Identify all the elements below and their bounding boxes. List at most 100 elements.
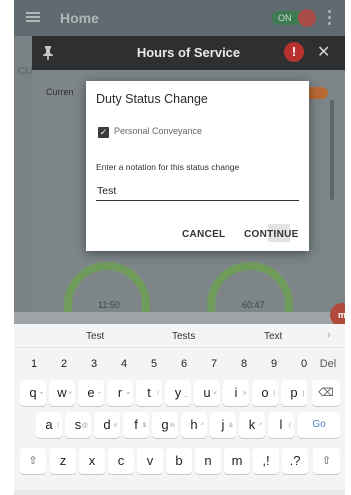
key-hint: + bbox=[39, 391, 43, 397]
chevron-right-icon[interactable]: › bbox=[327, 329, 331, 341]
alert-icon[interactable]: ! bbox=[284, 42, 304, 62]
key-label: j bbox=[221, 417, 225, 432]
key-y[interactable]: y _ bbox=[165, 380, 191, 406]
key-0[interactable]: 0 bbox=[292, 354, 316, 374]
key-label: 8 bbox=[240, 358, 248, 370]
continue-button[interactable]: CONTINUE bbox=[244, 229, 299, 240]
key-hint: = bbox=[126, 391, 130, 397]
key-label: 4 bbox=[120, 358, 128, 370]
key-period[interactable]: .? bbox=[282, 448, 308, 474]
key-n[interactable]: n bbox=[195, 448, 221, 474]
notation-label: Enter a notation for this status change bbox=[96, 162, 240, 172]
key-4[interactable]: 4 bbox=[112, 354, 136, 374]
key-label: e bbox=[87, 385, 95, 400]
notation-input[interactable] bbox=[96, 181, 299, 201]
key-c[interactable]: c bbox=[108, 448, 134, 474]
screen: Home ON CU Hours of Service ! ✕ Curren 1… bbox=[0, 0, 351, 495]
hos-header: Hours of Service ! ✕ bbox=[32, 36, 345, 70]
key-k[interactable]: k * bbox=[239, 412, 265, 438]
key-u[interactable]: u < bbox=[194, 380, 220, 406]
key-label: 6 bbox=[180, 358, 188, 370]
key-label: s bbox=[74, 417, 82, 432]
key-b[interactable]: b bbox=[166, 448, 192, 474]
key-f[interactable]: f $ bbox=[123, 412, 149, 438]
key-h[interactable]: h ^ bbox=[181, 412, 207, 438]
suggestion-item[interactable]: Tests bbox=[172, 331, 195, 342]
key-label: Go bbox=[312, 419, 326, 430]
key-2[interactable]: 2 bbox=[52, 354, 76, 374]
key-label: q bbox=[29, 385, 37, 400]
key-6[interactable]: 6 bbox=[172, 354, 196, 374]
phone-screen: Home ON CU Hours of Service ! ✕ Curren 1… bbox=[14, 0, 345, 495]
key-hint: & bbox=[228, 423, 233, 429]
key-i[interactable]: i > bbox=[223, 380, 249, 406]
keyboard: Test Tests Text › 1 2 3 4 5 6 7 8 9 0 Del q + w × e ÷ r = t… bbox=[14, 324, 345, 495]
backspace-key[interactable]: ⌫ bbox=[312, 380, 340, 406]
go-key[interactable]: Go bbox=[298, 412, 340, 438]
status-toggle[interactable]: ON bbox=[272, 9, 316, 27]
map-strip bbox=[14, 312, 345, 324]
key-s[interactable]: s @ bbox=[65, 412, 91, 438]
key-label: .? bbox=[289, 453, 301, 468]
key-8[interactable]: 8 bbox=[232, 354, 256, 374]
key-z[interactable]: z bbox=[50, 448, 76, 474]
personal-conveyance-checkbox[interactable]: ✓ bbox=[98, 127, 109, 138]
delete-key[interactable]: Del bbox=[314, 354, 342, 374]
key-5[interactable]: 5 bbox=[142, 354, 166, 374]
key-v[interactable]: v bbox=[137, 448, 163, 474]
app-bar-title: Home bbox=[60, 10, 99, 26]
key-w[interactable]: w × bbox=[49, 380, 75, 406]
key-label: k bbox=[248, 417, 256, 432]
key-label: 0 bbox=[300, 358, 308, 370]
drive-time-value: 11:50 bbox=[98, 300, 120, 310]
key-g[interactable]: g% bbox=[152, 412, 178, 438]
key-label: 5 bbox=[150, 358, 158, 370]
key-label: f bbox=[134, 417, 138, 432]
key-a[interactable]: a! bbox=[36, 412, 62, 438]
key-hint: > bbox=[242, 391, 246, 397]
key-7[interactable]: 7 bbox=[202, 354, 226, 374]
key-label: ⇧ bbox=[28, 455, 38, 467]
toggle-knob bbox=[298, 9, 316, 27]
key-9[interactable]: 9 bbox=[262, 354, 286, 374]
key-m[interactable]: m bbox=[224, 448, 250, 474]
key-o[interactable]: o[ bbox=[252, 380, 278, 406]
checkbox-label[interactable]: Personal Conveyance bbox=[114, 126, 202, 136]
app-bar: Home ON bbox=[14, 0, 345, 36]
suggestion-bar: Test Tests Text › bbox=[14, 324, 345, 348]
shift-key-right[interactable]: ⇧ bbox=[313, 448, 340, 474]
key-x[interactable]: x bbox=[79, 448, 105, 474]
key-hint: / bbox=[157, 391, 159, 397]
key-q[interactable]: q + bbox=[20, 380, 46, 406]
key-e[interactable]: e ÷ bbox=[78, 380, 104, 406]
key-label: i bbox=[234, 385, 238, 400]
key-1[interactable]: 1 bbox=[22, 354, 46, 374]
key-hint: ] bbox=[302, 391, 304, 397]
key-hint: [ bbox=[273, 391, 275, 397]
key-comma[interactable]: ,! bbox=[253, 448, 279, 474]
hamburger-menu-icon[interactable] bbox=[26, 12, 40, 22]
key-label: 2 bbox=[60, 358, 68, 370]
key-label: 3 bbox=[90, 358, 98, 370]
key-label: h bbox=[190, 417, 198, 432]
key-3[interactable]: 3 bbox=[82, 354, 106, 374]
key-label: c bbox=[117, 453, 125, 468]
key-hint: _ bbox=[184, 391, 188, 397]
overflow-menu-icon[interactable] bbox=[328, 10, 332, 26]
key-d[interactable]: d # bbox=[94, 412, 120, 438]
key-label: m bbox=[231, 453, 243, 468]
toggle-label: ON bbox=[278, 13, 292, 23]
key-label: r bbox=[117, 385, 123, 400]
key-p[interactable]: p] bbox=[281, 380, 307, 406]
suggestion-item[interactable]: Test bbox=[86, 331, 104, 342]
close-icon[interactable]: ✕ bbox=[317, 42, 330, 62]
shift-key[interactable]: ⇧ bbox=[20, 448, 46, 474]
cancel-button[interactable]: CANCEL bbox=[182, 229, 225, 240]
scrollbar[interactable] bbox=[330, 100, 334, 200]
key-j[interactable]: j & bbox=[210, 412, 236, 438]
key-l[interactable]: l( bbox=[268, 412, 294, 438]
key-r[interactable]: r = bbox=[107, 380, 133, 406]
key-label: ⇧ bbox=[321, 455, 332, 467]
key-t[interactable]: t / bbox=[136, 380, 162, 406]
suggestion-item[interactable]: Text bbox=[264, 331, 282, 342]
